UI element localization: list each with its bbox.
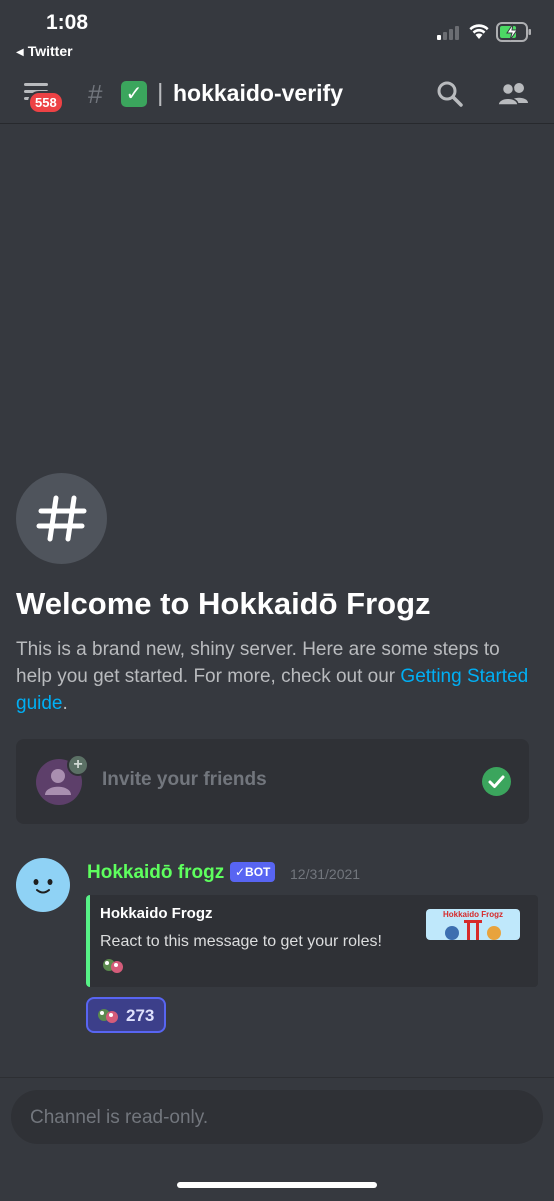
home-indicator[interactable] — [177, 1182, 377, 1188]
guild-menu-button[interactable]: 558 — [24, 82, 68, 114]
message-timestamp: 12/31/2021 — [290, 866, 361, 882]
embed-thumbnail[interactable]: Hokkaido Frogz — [426, 909, 520, 940]
hash-icon — [36, 495, 87, 542]
unread-badge: 558 — [28, 91, 64, 114]
message-author[interactable]: Hokkaidō frogz — [87, 862, 224, 884]
status-time: 1:08 — [46, 11, 89, 34]
channel-hash-icon: # — [88, 79, 103, 109]
channel-hash-avatar — [16, 473, 107, 564]
bot-avatar-icon[interactable] — [16, 858, 70, 912]
signal-icon — [437, 26, 459, 40]
embed-title: Hokkaido Frogz — [100, 905, 213, 922]
reaction-count: 273 — [126, 1006, 155, 1025]
welcome-description-end: . — [62, 693, 68, 714]
bot-tag: ✓BOT — [230, 862, 276, 882]
welcome-description: This is a brand new, shiny server. Here … — [16, 636, 538, 717]
frog-emoji-icon — [103, 959, 123, 973]
input-placeholder: Channel is read-only. — [30, 1107, 209, 1128]
search-icon[interactable] — [436, 80, 464, 108]
channel-title[interactable]: hokkaido-verify — [173, 80, 343, 107]
welcome-title: Welcome to Hokkaidō Frogz — [16, 586, 431, 621]
reaction-button[interactable]: 273 — [86, 997, 166, 1033]
invite-plus-icon: + — [67, 754, 89, 776]
back-app-label: Twitter — [27, 43, 73, 59]
message-composer: Channel is read-only. — [0, 1077, 554, 1201]
status-bar: 1:08 ◀ Twitter — [0, 0, 554, 66]
embed-description: React to this message to get your roles! — [100, 933, 382, 950]
channel-separator: | — [157, 79, 164, 107]
checkmark-icon — [482, 767, 511, 796]
invite-friends-label: Invite your friends — [102, 769, 267, 790]
wifi-icon — [469, 24, 489, 39]
members-icon[interactable] — [497, 80, 531, 108]
invite-friends-card[interactable]: + Invite your friends — [16, 739, 529, 824]
battery-charging-icon — [496, 22, 531, 42]
message-input[interactable]: Channel is read-only. — [11, 1090, 543, 1144]
channel-header: 558 # ✓ | hokkaido-verify — [0, 66, 554, 124]
back-arrow-icon: ◀ — [16, 47, 24, 58]
frog-emoji-icon — [98, 1009, 118, 1023]
message-embed: Hokkaido Frogz React to this message to … — [86, 895, 538, 987]
check-emoji-icon: ✓ — [121, 81, 147, 107]
back-to-app-link[interactable]: ◀ Twitter — [16, 43, 73, 59]
